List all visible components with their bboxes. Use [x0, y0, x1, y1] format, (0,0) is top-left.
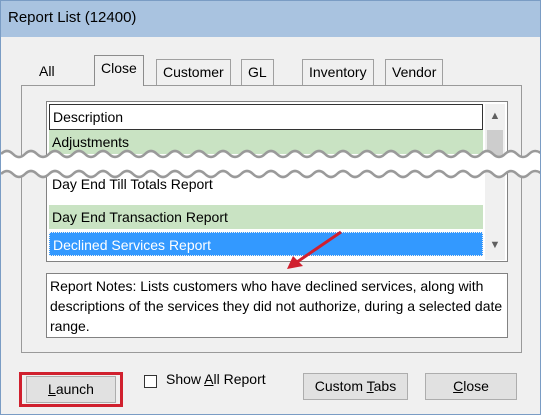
- launch-button[interactable]: Launch: [26, 376, 116, 403]
- tab-inventory[interactable]: Inventory: [302, 59, 374, 85]
- scroll-down-icon[interactable]: ▼: [485, 235, 505, 255]
- close-button[interactable]: Close: [425, 373, 517, 400]
- report-notes: Report Notes: Lists customers who have d…: [46, 273, 508, 338]
- launch-label-post: aunch: [55, 381, 94, 397]
- custom-tabs-button[interactable]: Custom Tabs: [303, 373, 408, 400]
- tab-vendor[interactable]: Vendor: [385, 59, 444, 85]
- tab-gl[interactable]: GL: [241, 59, 274, 85]
- description-column-header[interactable]: Description: [49, 104, 483, 130]
- window-title: Report List (12400): [8, 9, 137, 26]
- tabs-label-pre: Custom: [314, 378, 367, 394]
- report-list-window: Report List (12400) All Close Customer G…: [0, 0, 541, 415]
- scroll-up-icon[interactable]: ▲: [485, 106, 505, 126]
- tab-close[interactable]: Close: [94, 55, 144, 86]
- launch-label-hotkey: L: [48, 381, 56, 397]
- show-label-post: ll Report: [213, 371, 266, 387]
- list-item-selected[interactable]: Declined Services Report: [49, 232, 483, 256]
- annotation-arrow-icon: [287, 230, 342, 269]
- list-item[interactable]: Day End Transaction Report: [49, 205, 483, 229]
- tab-customer[interactable]: Customer: [156, 59, 231, 85]
- close-label-post: lose: [463, 378, 489, 394]
- show-label-pre: Show: [166, 371, 205, 387]
- show-all-report-checkbox[interactable]: [144, 375, 157, 388]
- show-all-report-label[interactable]: Show All Report: [166, 371, 266, 387]
- tabs-label-post: abs: [373, 378, 397, 394]
- title-bar[interactable]: Report List (12400): [1, 1, 540, 37]
- close-label-hotkey: C: [453, 378, 464, 394]
- torn-edge-separator: [1, 149, 540, 179]
- tabs-label-hotkey: T: [366, 378, 374, 394]
- tab-all[interactable]: All: [33, 59, 61, 85]
